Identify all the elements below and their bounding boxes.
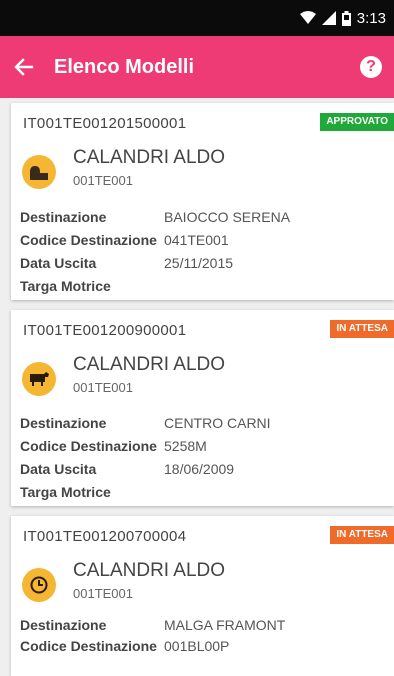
owner-name: CALANDRI ALDO	[73, 147, 226, 168]
label-codice-destinazione: Codice Destinazione	[20, 232, 157, 248]
owner-code: 001TE001	[73, 173, 133, 188]
battery-icon	[341, 10, 351, 26]
label-targa-motrice: Targa Motrice	[20, 278, 111, 294]
status-badge: IN ATTESA	[330, 526, 394, 544]
owner-code: 001TE001	[73, 586, 133, 601]
farm-building-icon	[30, 166, 48, 180]
help-icon: ?	[366, 58, 376, 75]
cow-icon	[30, 372, 49, 386]
label-destinazione: Destinazione	[20, 209, 107, 225]
value-data-uscita: 18/06/2009	[164, 461, 235, 477]
page-title: Elenco Modelli	[54, 55, 195, 78]
value-destinazione: MALGA FRAMONT	[164, 617, 286, 633]
value-codice-destinazione: 5258M	[164, 438, 207, 454]
owner-name: CALANDRI ALDO	[73, 354, 226, 375]
model-card[interactable]: IT001TE001200900001 IN ATTESA CALANDRI A…	[11, 310, 394, 506]
signal-icon	[321, 11, 336, 25]
label-data-uscita: Data Uscita	[20, 255, 97, 271]
label-data-uscita: Data Uscita	[20, 461, 97, 477]
avatar	[22, 362, 56, 396]
value-destinazione: CENTRO CARNI	[164, 415, 271, 431]
owner-name: CALANDRI ALDO	[73, 560, 226, 581]
model-code: IT001TE001201500001	[23, 115, 187, 132]
arrow-left-icon	[14, 58, 34, 76]
model-card[interactable]: IT001TE001201500001 APPROVATO CALANDRI A…	[11, 103, 394, 300]
model-code: IT001TE001200900001	[23, 322, 187, 339]
label-codice-destinazione: Codice Destinazione	[20, 438, 157, 454]
clock-time: 3:13	[356, 9, 386, 27]
help-button[interactable]: ?	[360, 56, 382, 78]
status-bar: 3:13	[0, 0, 394, 36]
value-destinazione: BAIOCCO SERENA	[164, 209, 291, 225]
app-bar: Elenco Modelli ?	[0, 36, 394, 98]
status-icons: 3:13	[299, 9, 386, 27]
value-codice-destinazione: 041TE001	[164, 232, 229, 248]
model-card[interactable]: IT001TE001200700004 IN ATTESA CALANDRI A…	[11, 516, 394, 676]
avatar	[22, 155, 56, 189]
wifi-icon	[299, 11, 316, 24]
label-destinazione: Destinazione	[20, 415, 107, 431]
back-button[interactable]	[0, 36, 52, 98]
avatar	[22, 568, 56, 602]
model-code: IT001TE001200700004	[23, 528, 187, 545]
clock-icon	[30, 576, 48, 594]
status-badge: APPROVATO	[320, 113, 394, 131]
label-destinazione: Destinazione	[20, 617, 107, 633]
status-badge: IN ATTESA	[330, 320, 394, 338]
label-targa-motrice: Targa Motrice	[20, 484, 111, 500]
owner-code: 001TE001	[73, 380, 133, 395]
value-data-uscita: 25/11/2015	[164, 255, 234, 271]
